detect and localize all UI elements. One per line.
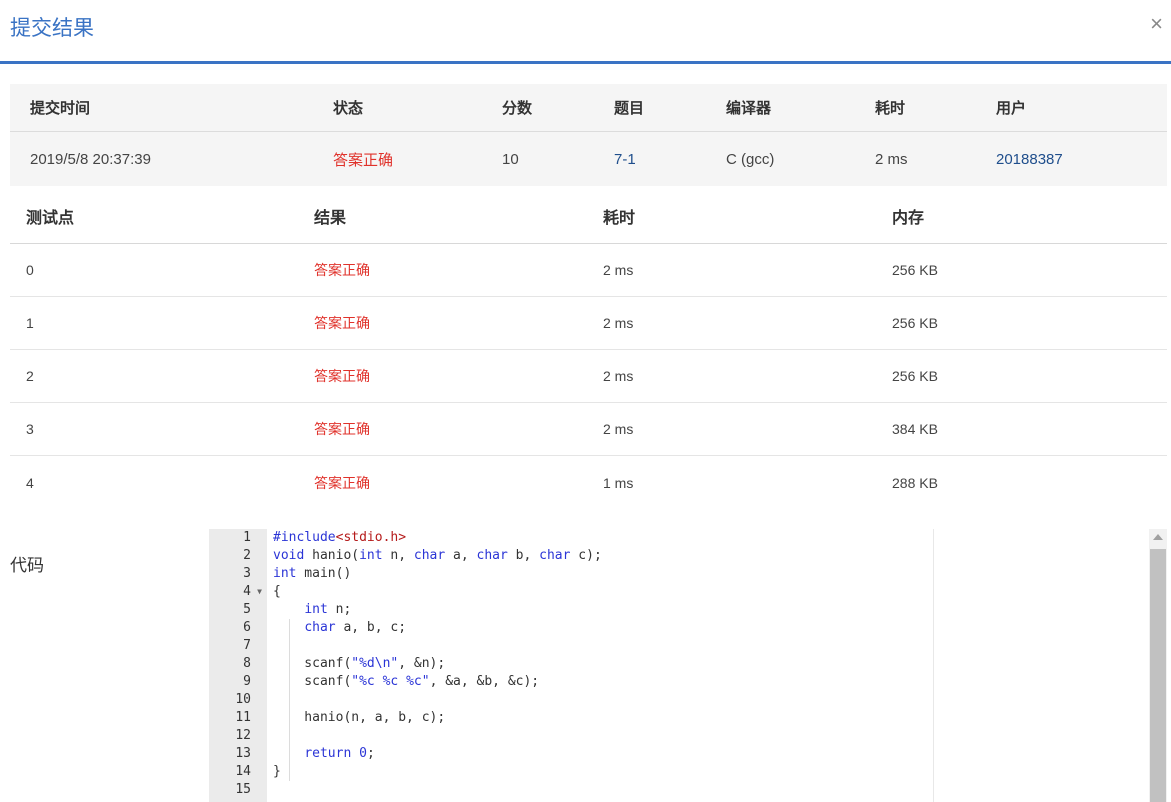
- code-line: scanf("%c %c %c", &a, &b, &c);: [273, 674, 540, 689]
- test-memory: 256 KB: [892, 368, 938, 384]
- header-compiler: 编译器: [726, 100, 772, 117]
- line-number: 3: [243, 566, 251, 581]
- test-time: 2 ms: [603, 368, 634, 384]
- code-line: hanio(n, a, b, c);: [273, 710, 446, 725]
- scroll-thumb[interactable]: [1150, 549, 1166, 802]
- compiler: C (gcc): [726, 150, 775, 168]
- test-case-header-row: 测试点 结果 耗时 内存: [10, 188, 1167, 244]
- elapsed-time: 2 ms: [875, 150, 908, 168]
- submission-summary-table: 提交时间 状态 分数 题目 编译器 耗时 用户 2019/5/8 20:37:3…: [10, 84, 1167, 186]
- line-number: 14: [235, 764, 251, 779]
- test-result: 答案正确: [314, 421, 370, 437]
- dialog-header: 提交结果 ×: [0, 0, 1171, 64]
- test-memory: 256 KB: [892, 262, 938, 278]
- test-memory: 256 KB: [892, 315, 938, 331]
- header-case-time: 耗时: [603, 209, 636, 227]
- line-number: 4 ▼: [243, 583, 262, 601]
- code-line: scanf("%d\n", &n);: [273, 656, 446, 671]
- code-line: int n;: [304, 602, 352, 617]
- test-result: 答案正确: [314, 474, 370, 491]
- test-memory: 384 KB: [892, 421, 938, 437]
- table-row: 0 答案正确 2 ms 256 KB: [10, 244, 1167, 297]
- test-point-id: 1: [26, 315, 34, 331]
- header-test-point: 测试点: [26, 209, 75, 227]
- line-number: 6: [243, 620, 251, 635]
- submit-time: 2019/5/8 20:37:39: [30, 150, 151, 168]
- line-number: 1: [243, 530, 251, 545]
- score: 10: [502, 150, 519, 168]
- test-memory: 288 KB: [892, 474, 938, 491]
- fold-arrow-icon[interactable]: ▼: [257, 583, 262, 601]
- table-row: 2 答案正确 2 ms 256 KB: [10, 350, 1167, 403]
- header-submit-time: 提交时间: [30, 100, 91, 117]
- problem-link[interactable]: 7-1: [614, 132, 636, 186]
- code-line: int main(): [273, 566, 352, 581]
- table-row: 1 答案正确 2 ms 256 KB: [10, 297, 1167, 350]
- code-line: return 0;: [304, 746, 375, 761]
- code-line: {: [273, 584, 281, 599]
- code-line: #include<stdio.h>: [273, 530, 407, 545]
- indent-guide: [289, 763, 290, 781]
- header-score: 分数: [502, 100, 533, 117]
- code-line: }: [273, 764, 281, 779]
- test-time: 2 ms: [603, 421, 634, 437]
- line-number: 13: [235, 746, 251, 761]
- header-result: 结果: [314, 209, 347, 227]
- header-user: 用户: [996, 100, 1027, 117]
- user-link[interactable]: 20188387: [996, 132, 1063, 186]
- test-time: 2 ms: [603, 262, 634, 278]
- line-number: 11: [235, 710, 251, 725]
- test-point-id: 4: [26, 474, 34, 491]
- test-point-id: 0: [26, 262, 34, 278]
- test-point-id: 3: [26, 421, 34, 437]
- header-time: 耗时: [875, 100, 906, 117]
- test-time: 1 ms: [603, 474, 634, 491]
- scroll-up-icon[interactable]: [1153, 534, 1163, 540]
- header-memory: 内存: [892, 209, 925, 227]
- print-margin-line: [933, 529, 934, 802]
- line-number: 15: [235, 782, 251, 797]
- test-result: 答案正确: [314, 315, 370, 331]
- line-number: 7: [243, 638, 251, 653]
- test-case-table: 测试点 结果 耗时 内存 0 答案正确 2 ms 256 KB 1 答案正确 2…: [10, 188, 1167, 509]
- line-number: 12: [235, 728, 251, 743]
- code-line: void hanio(int n, char a, char b, char c…: [273, 548, 602, 563]
- code-scrollbar[interactable]: [1149, 529, 1167, 802]
- test-time: 2 ms: [603, 315, 634, 331]
- test-result: 答案正确: [314, 368, 370, 384]
- dialog-title: 提交结果: [10, 17, 94, 40]
- header-status: 状态: [333, 100, 364, 117]
- table-row: 4 答案正确 1 ms 288 KB: [10, 456, 1167, 509]
- code-editor[interactable]: 1 2 3 4 ▼ 5 6 7 8 9 10 11 12 13 14 15 #include<stdio.h>…: [209, 529, 1149, 802]
- close-icon[interactable]: ×: [1150, 12, 1163, 36]
- header-problem: 题目: [614, 100, 645, 117]
- line-number-gutter: 1 2 3 4 ▼ 5 6 7 8 9 10 11 12 13 14 15: [209, 529, 267, 802]
- test-point-id: 2: [26, 368, 34, 384]
- line-number: 2: [243, 548, 251, 563]
- line-number: 8: [243, 656, 251, 671]
- status-badge: 答案正确: [333, 151, 394, 169]
- line-number: 5: [243, 602, 251, 617]
- line-number: 10: [235, 692, 251, 707]
- table-row: 3 答案正确 2 ms 384 KB: [10, 403, 1167, 456]
- code-label: 代码: [10, 556, 44, 575]
- line-number: 9: [243, 674, 251, 689]
- summary-header-row: 提交时间 状态 分数 题目 编译器 耗时 用户: [10, 84, 1167, 132]
- code-line: char a, b, c;: [304, 620, 407, 635]
- summary-value-row: 2019/5/8 20:37:39 答案正确 10 7-1 C (gcc) 2 …: [10, 132, 1167, 186]
- test-result: 答案正确: [314, 262, 370, 278]
- indent-guide: [289, 691, 290, 709]
